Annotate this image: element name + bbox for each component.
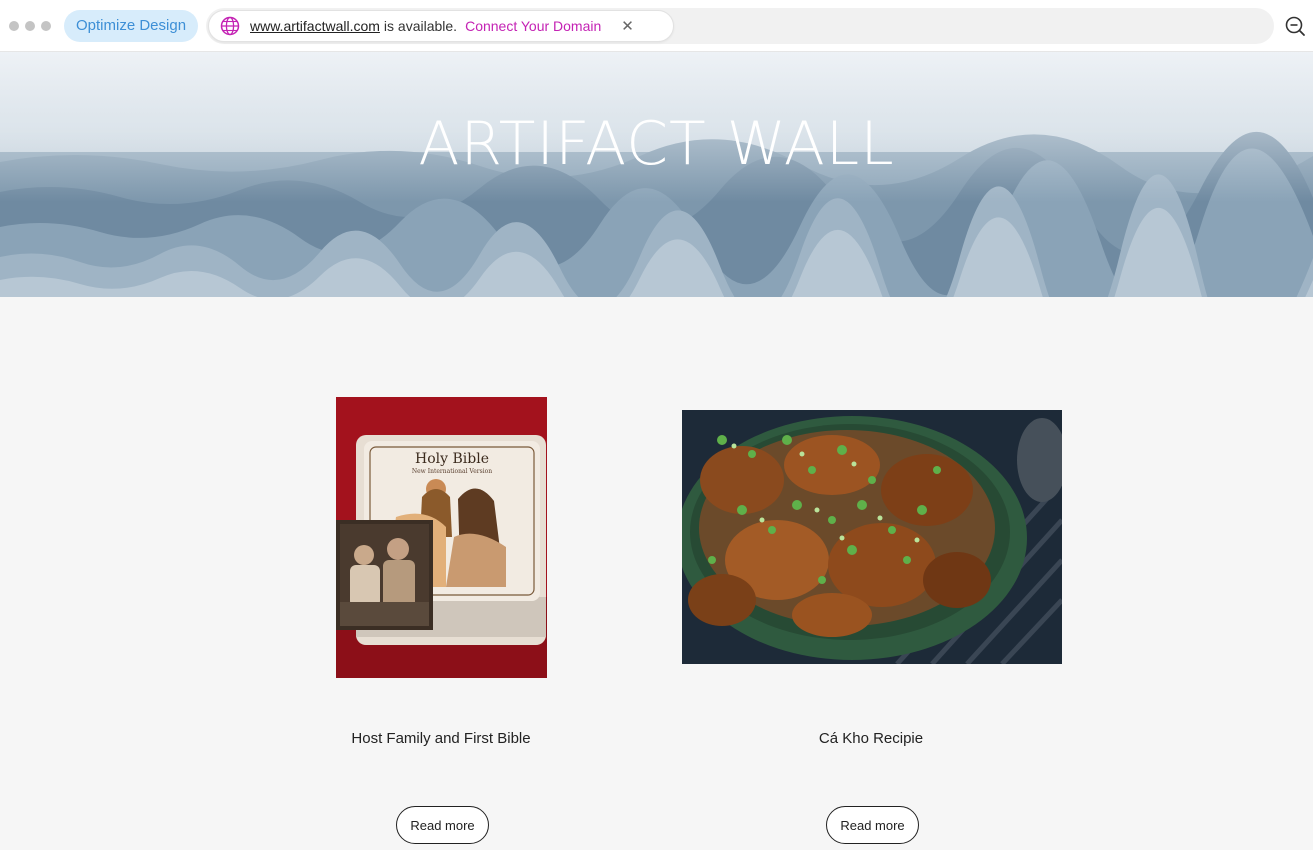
domain-notice: www.artifactwall.com is available. Conne…: [208, 10, 674, 42]
post-image-bible[interactable]: Holy Bible New International Version: [336, 397, 547, 678]
svg-text:New International Version: New International Version: [412, 468, 492, 475]
globe-icon: [220, 16, 240, 36]
read-more-button[interactable]: Read more: [396, 806, 489, 844]
domain-available-text: is available.: [383, 18, 458, 34]
hero-banner: ARTIFACT WALL: [0, 52, 1313, 297]
zoom-out-icon[interactable]: [1284, 15, 1306, 37]
post-title[interactable]: Host Family and First Bible: [291, 730, 591, 747]
connect-domain-link[interactable]: Connect Your Domain: [465, 18, 601, 34]
site-title: ARTIFACT WALL: [418, 109, 895, 179]
window-dots: [9, 21, 51, 31]
window-dot: [41, 21, 51, 31]
read-more-button[interactable]: Read more: [826, 806, 919, 844]
svg-text:Holy Bible: Holy Bible: [415, 451, 489, 467]
window-dot: [25, 21, 35, 31]
post-image-ca-kho[interactable]: [682, 410, 1062, 664]
close-icon[interactable]: ✕: [621, 17, 634, 35]
domain-url-link[interactable]: www.artifactwall.com: [250, 18, 380, 34]
optimize-design-button[interactable]: Optimize Design: [64, 10, 199, 42]
post-title[interactable]: Cá Kho Recipie: [721, 730, 1021, 747]
editor-topbar: Optimize Design www.artifactwall.com is …: [0, 0, 1313, 52]
window-dot: [9, 21, 19, 31]
